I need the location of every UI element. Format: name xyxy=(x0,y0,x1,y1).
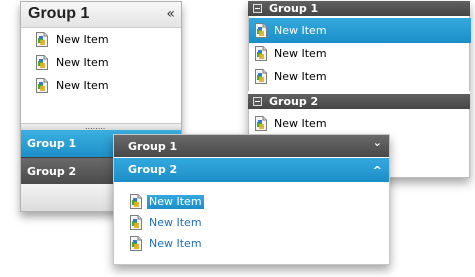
list-item-label: New Item xyxy=(274,70,327,83)
document-icon xyxy=(255,23,267,38)
panel-bar-accordion: Group 1 ⌄ Group 2 ^ New Item New Item Ne… xyxy=(113,134,390,265)
minus-box-icon[interactable] xyxy=(253,4,262,13)
list-item-label: New Item xyxy=(149,216,202,229)
group-header-group-1[interactable]: Group 1 xyxy=(248,1,470,16)
document-icon xyxy=(255,69,267,84)
panel-header-title: Group 1 xyxy=(28,5,90,22)
group-header-label: Group 1 xyxy=(128,140,178,153)
document-icon xyxy=(36,32,48,47)
list-item-label: New Item xyxy=(274,47,327,60)
group-header-group-2[interactable]: Group 2 xyxy=(248,94,470,109)
document-icon xyxy=(36,55,48,70)
group-header-label: Group 1 xyxy=(269,2,319,15)
splitter-handle[interactable]: ........ xyxy=(21,123,181,131)
double-chevron-left-icon[interactable]: « xyxy=(166,6,175,22)
group-content: New Item New Item New Item xyxy=(248,16,471,91)
group-header-group-2[interactable]: Group 2 ^ xyxy=(114,158,389,182)
document-icon xyxy=(130,236,142,251)
document-icon xyxy=(36,78,48,93)
list-item-label: New Item xyxy=(56,79,109,92)
group-header-group-1[interactable]: Group 1 ⌄ xyxy=(114,135,389,157)
chevron-up-icon[interactable]: ^ xyxy=(373,164,382,177)
document-icon xyxy=(130,215,142,230)
panel-header[interactable]: Group 1 « xyxy=(21,2,181,28)
minus-box-icon[interactable] xyxy=(253,97,262,106)
list-item-label: New Item xyxy=(56,33,109,46)
group-header-label: Group 2 xyxy=(128,163,178,176)
panel-content: New Item New Item New Item xyxy=(21,29,181,123)
list-item-label: New Item xyxy=(56,56,109,69)
list-item-label: New Item xyxy=(147,195,204,209)
list-item-label: New Item xyxy=(274,24,327,37)
document-icon xyxy=(130,194,142,209)
list-item-label: New Item xyxy=(274,117,327,130)
document-icon xyxy=(255,46,267,61)
group-header-label: Group 2 xyxy=(269,95,319,108)
document-icon xyxy=(255,116,267,131)
group-header-label: Group 2 xyxy=(27,165,77,178)
chevron-down-icon[interactable]: ⌄ xyxy=(373,136,382,149)
group-header-label: Group 1 xyxy=(27,137,77,150)
list-item-label: New Item xyxy=(149,237,202,250)
